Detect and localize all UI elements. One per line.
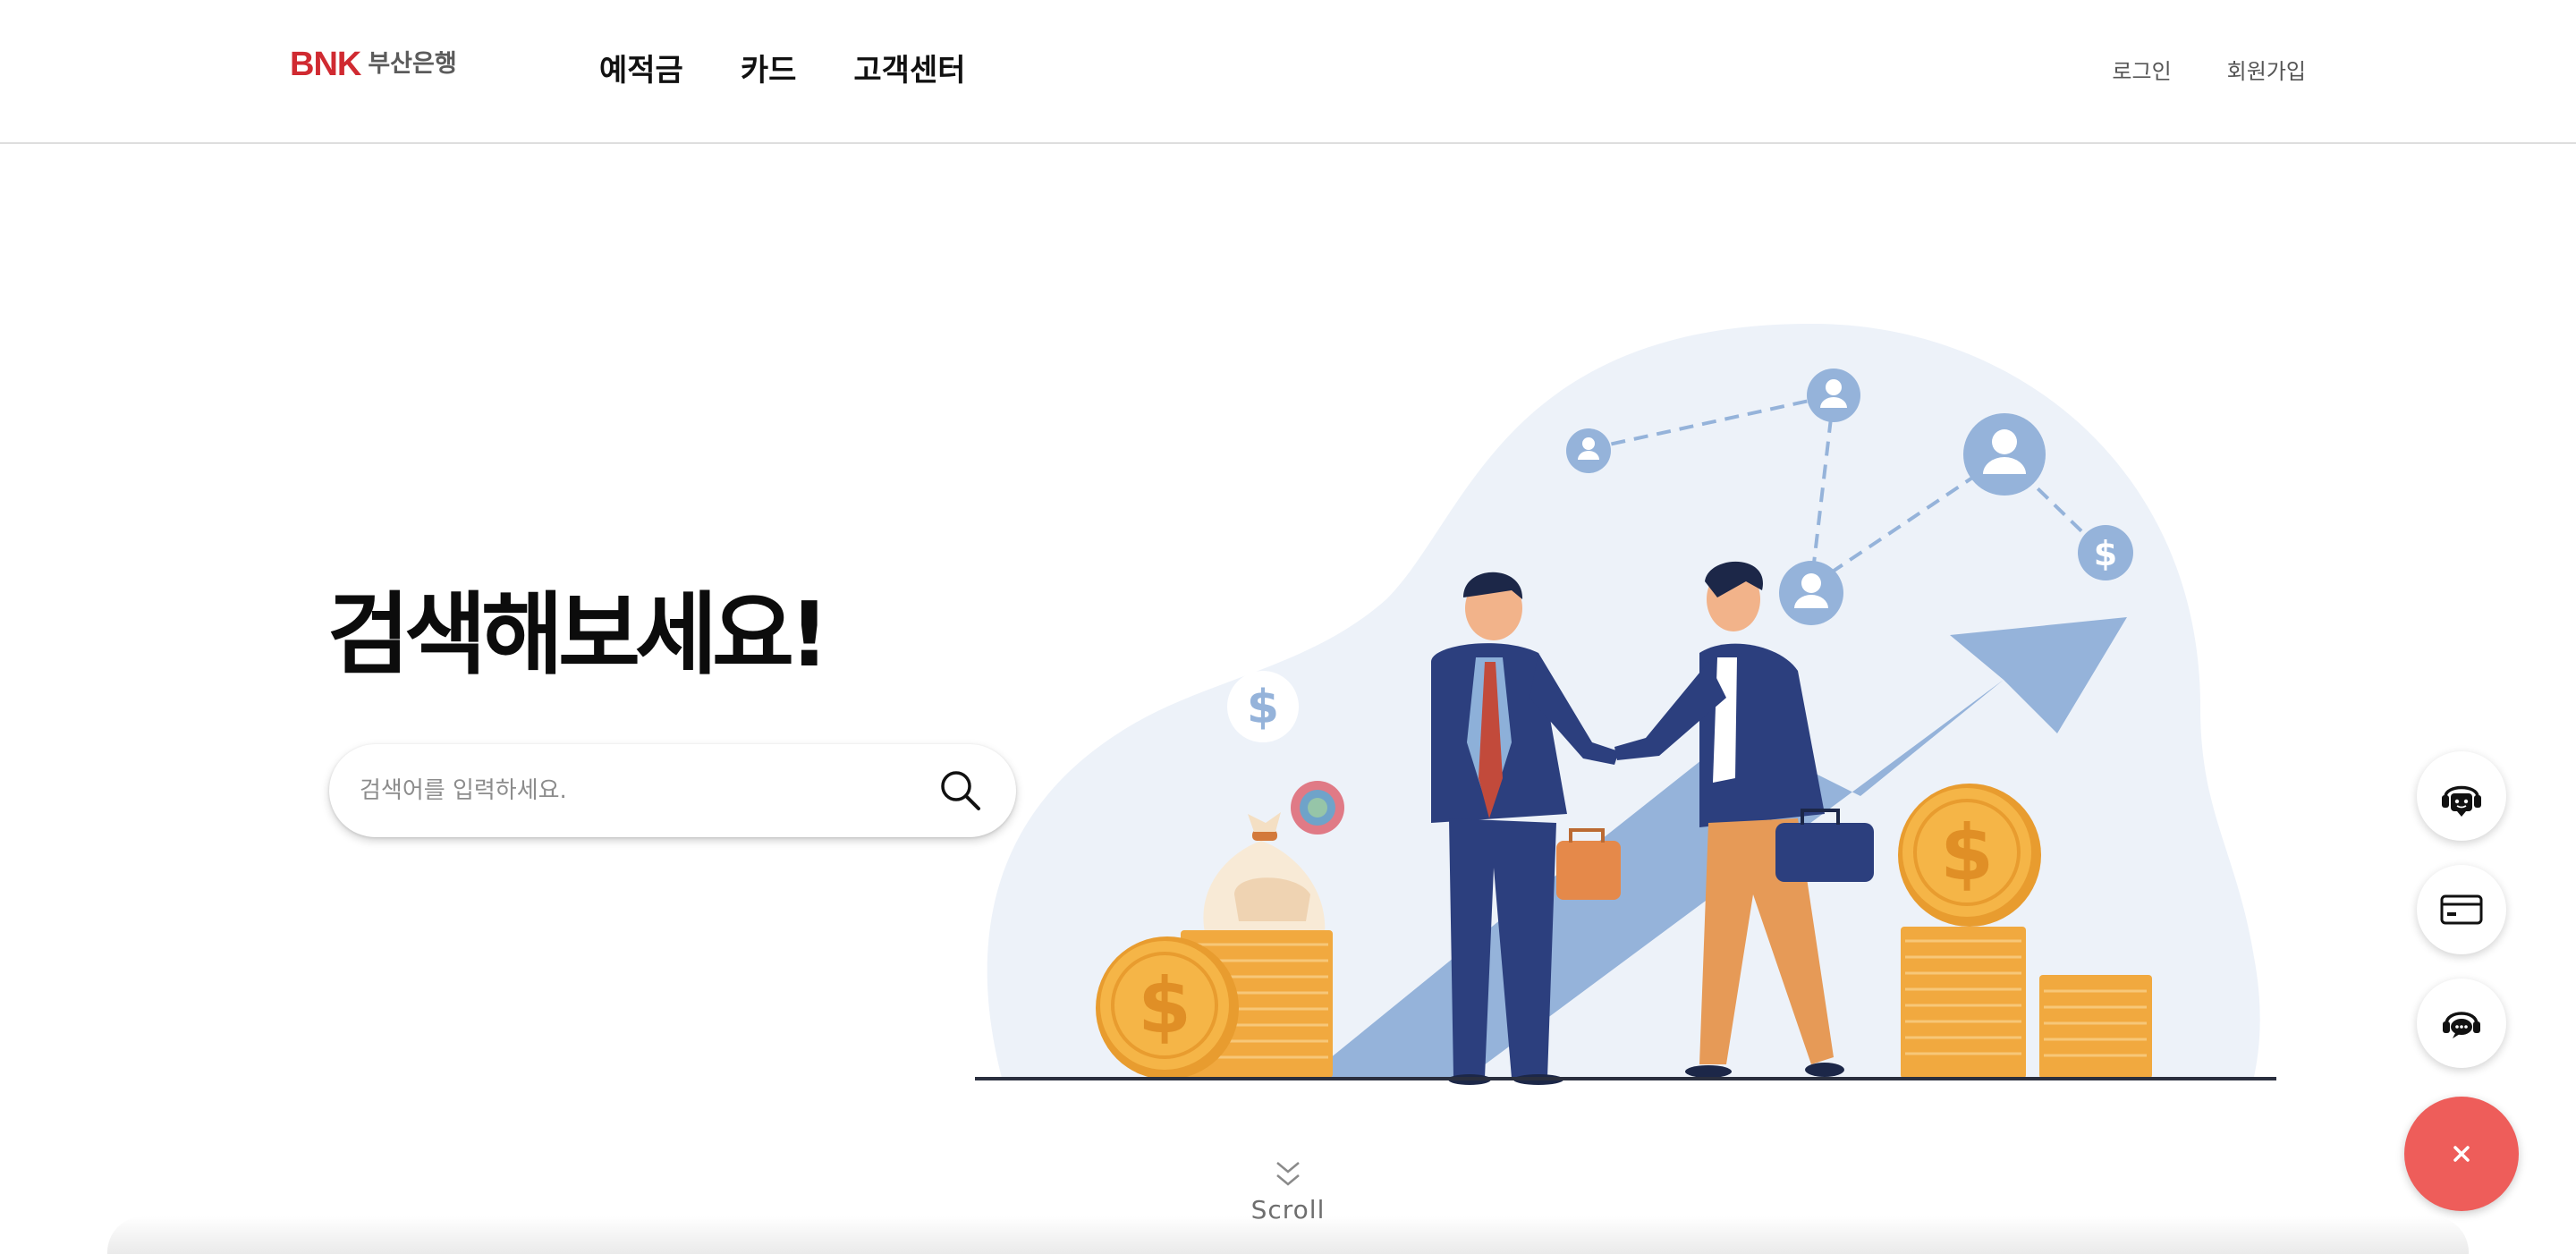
signup-link[interactable]: 회원가입 xyxy=(2227,55,2306,88)
svg-text:$: $ xyxy=(1940,809,1994,898)
hero-title: 검색해보세요! xyxy=(327,582,830,687)
user-node-icon xyxy=(1963,413,2046,496)
logo-mark: BNK xyxy=(290,46,361,83)
login-link[interactable]: 로그인 xyxy=(2112,55,2171,88)
search-box xyxy=(329,744,1016,837)
search-input[interactable] xyxy=(358,764,912,818)
svg-text:$: $ xyxy=(1247,681,1279,734)
util-menu: 로그인 회원가입 xyxy=(2056,55,2306,88)
user-node-icon xyxy=(1566,428,1611,473)
quick-chatbot-button[interactable] xyxy=(2417,751,2506,841)
scroll-hint[interactable]: Scroll xyxy=(1234,1159,1342,1225)
big-coin-icon: $ xyxy=(1096,936,1239,1080)
logo-text: 부산은행 xyxy=(368,50,457,78)
main-nav: 예적금 카드 고객센터 xyxy=(599,48,1023,93)
nav-item-customer-center[interactable]: 고객센터 xyxy=(853,48,965,93)
quick-menu-close-button[interactable] xyxy=(2404,1097,2519,1211)
quick-consult-button[interactable] xyxy=(2417,979,2506,1068)
close-icon xyxy=(2453,1146,2470,1162)
nav-item-card[interactable]: 카드 xyxy=(741,48,797,93)
bnk-logo[interactable]: BNK 부산은행 xyxy=(290,47,457,82)
business-handshake-illustration: $ $ $ $ xyxy=(975,323,2276,1085)
target-dot-icon xyxy=(1291,781,1344,835)
user-node-icon xyxy=(1779,561,1843,625)
quick-card-button[interactable] xyxy=(2417,865,2506,954)
chatbot-icon xyxy=(2442,785,2481,817)
nav-item-deposit[interactable]: 예적금 xyxy=(599,48,683,93)
svg-text:$: $ xyxy=(1138,962,1191,1051)
user-node-icon xyxy=(1807,369,1860,422)
dollar-bubble-icon: $ xyxy=(1227,671,1299,742)
double-chevron-down-icon xyxy=(1276,1162,1300,1186)
site-header: BNK 부산은행 예적금 카드 고객센터 로그인 회원가입 xyxy=(0,0,2576,144)
svg-text:$: $ xyxy=(2094,534,2117,573)
headset-chat-icon xyxy=(2443,1012,2480,1038)
dollar-node-icon: $ xyxy=(2078,525,2133,580)
big-coin-right-icon: $ xyxy=(1898,784,2041,927)
next-section-edge xyxy=(107,1216,2469,1254)
card-icon xyxy=(2440,894,2483,925)
